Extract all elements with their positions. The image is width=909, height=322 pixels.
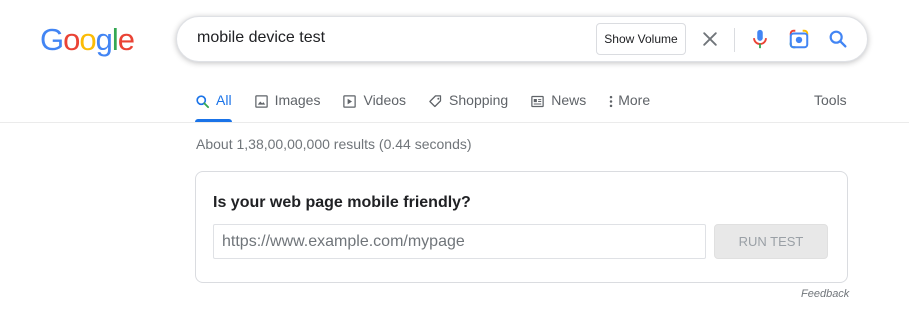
mic-icon[interactable]	[747, 26, 773, 52]
tab-more[interactable]: More	[608, 88, 650, 122]
google-logo[interactable]: Google	[40, 22, 135, 57]
feedback-link[interactable]: Feedback	[801, 288, 849, 300]
card-title: Is your web page mobile friendly?	[213, 194, 471, 211]
tab-label: Videos	[363, 92, 407, 108]
image-icon	[254, 93, 269, 109]
news-icon	[530, 93, 545, 109]
more-vert-icon	[608, 93, 614, 109]
result-stats: About 1,38,00,00,000 results (0.44 secon…	[196, 136, 472, 152]
tab-label: More	[618, 92, 651, 108]
tab-all[interactable]: All	[195, 88, 232, 122]
logo-letter: G	[40, 22, 64, 57]
tab-videos[interactable]: Videos	[342, 88, 406, 122]
search-input[interactable]: mobile device test	[197, 29, 325, 47]
mobile-friendly-test-card: Is your web page mobile friendly? RUN TE…	[195, 171, 848, 283]
search-icon	[195, 93, 210, 109]
logo-letter: e	[117, 22, 135, 57]
logo-letter: o	[79, 22, 96, 57]
lens-icon[interactable]	[786, 26, 812, 52]
tag-icon	[428, 93, 443, 109]
url-input[interactable]	[213, 224, 706, 259]
clear-icon[interactable]	[697, 26, 723, 52]
show-volume-button[interactable]: Show Volume	[596, 23, 686, 55]
tab-label: Images	[274, 92, 321, 108]
logo-letter: g	[95, 22, 113, 57]
tab-shopping[interactable]: Shopping	[428, 88, 508, 122]
play-icon	[342, 93, 357, 109]
tools-button[interactable]: Tools	[814, 92, 847, 108]
search-tabs: All Images Videos Shopping News More	[195, 88, 672, 122]
run-test-button[interactable]: RUN TEST	[714, 224, 828, 259]
logo-letter: o	[63, 22, 80, 57]
tab-news[interactable]: News	[530, 88, 586, 122]
searchbox-divider	[734, 28, 735, 52]
tab-label: Shopping	[449, 92, 509, 108]
tab-label: All	[216, 92, 232, 108]
tab-images[interactable]: Images	[254, 88, 321, 122]
tab-label: News	[551, 92, 587, 108]
tabs-divider	[0, 122, 909, 123]
search-icon[interactable]	[825, 26, 851, 52]
search-box[interactable]: mobile device test Show Volume	[176, 16, 868, 62]
